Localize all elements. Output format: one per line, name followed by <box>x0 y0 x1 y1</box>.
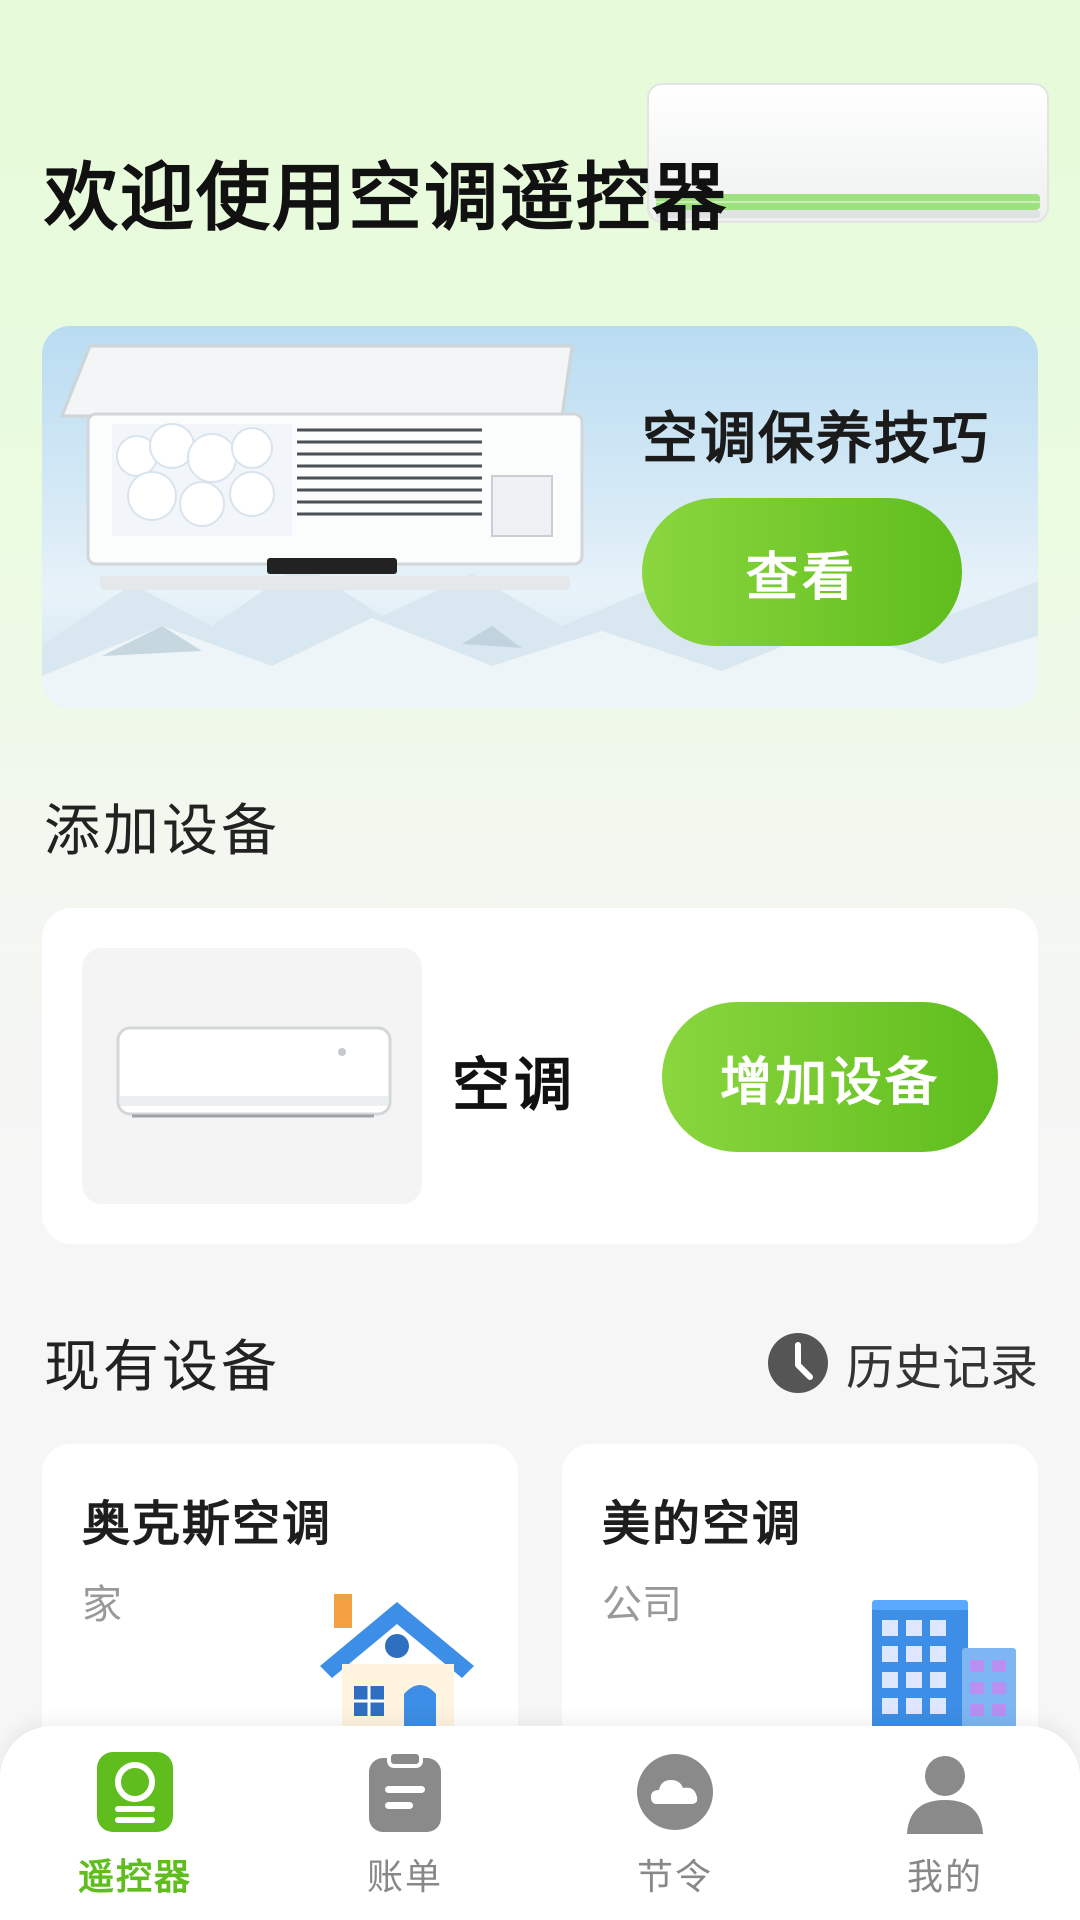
history-label: 历史记录 <box>845 1340 1038 1396</box>
banner-title: 空调保养技巧 <box>642 407 990 472</box>
house-icon <box>320 1594 474 1744</box>
device-location: 家 <box>82 1582 122 1628</box>
device-thumbnail <box>82 948 422 1204</box>
ac-unit-open-illustration <box>59 344 584 590</box>
weather-cloud-icon <box>637 1754 713 1830</box>
remote-icon <box>97 1752 173 1832</box>
add-device-button[interactable]: 增加设备 <box>662 1002 998 1152</box>
nav-label: 我的 <box>906 1857 983 1898</box>
view-button[interactable]: 查看 <box>642 498 962 646</box>
person-icon <box>907 1756 983 1834</box>
clipboard-icon <box>369 1750 441 1832</box>
history-link[interactable]: 历史记录 <box>766 1328 1038 1398</box>
existing-devices-section-title: 现有设备 <box>44 1335 280 1400</box>
bottom-navigation: 遥控器 账单 节令 我的 <box>0 1726 1080 1920</box>
nav-label: 节令 <box>636 1857 713 1898</box>
nav-label: 账单 <box>366 1857 443 1898</box>
maintenance-tips-banner[interactable]: 空调保养技巧 查看 <box>42 326 1038 708</box>
page-title: 欢迎使用空调遥控器 <box>44 155 728 241</box>
add-device-section-title: 添加设备 <box>44 799 280 864</box>
device-type-label: 空调 <box>452 1051 577 1119</box>
device-location: 公司 <box>602 1582 682 1628</box>
nav-item-remote[interactable]: 遥控器 <box>0 1726 270 1920</box>
device-name: 美的空调 <box>602 1496 803 1552</box>
add-device-card: 空调 增加设备 <box>42 908 1038 1244</box>
nav-label: 遥控器 <box>77 1857 192 1898</box>
device-name: 奥克斯空调 <box>82 1496 333 1552</box>
nav-item-season[interactable]: 节令 <box>540 1726 810 1920</box>
nav-item-profile[interactable]: 我的 <box>810 1726 1080 1920</box>
nav-item-bills[interactable]: 账单 <box>270 1726 540 1920</box>
air-conditioner-icon <box>116 1026 392 1118</box>
clock-icon <box>767 1333 828 1393</box>
